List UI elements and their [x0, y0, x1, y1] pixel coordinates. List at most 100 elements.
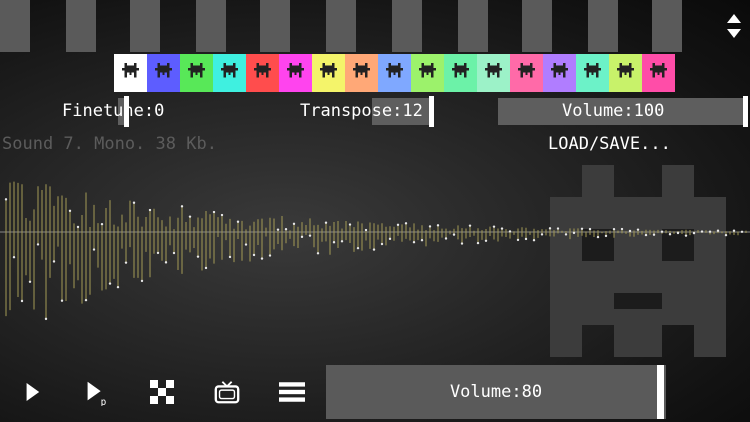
instrument-slot-8[interactable] — [345, 54, 378, 92]
piano-key[interactable] — [588, 0, 618, 52]
instrument-slot-3[interactable] — [180, 54, 213, 92]
waveform-sample-point — [476, 241, 480, 245]
play-pattern-icon[interactable]: p — [76, 372, 116, 412]
instrument-slot-10[interactable] — [411, 54, 444, 92]
waveform-sample-point — [212, 210, 216, 214]
waveform-sample-point — [660, 230, 664, 233]
waveform-sample-point — [604, 234, 608, 238]
waveform-sample-point — [700, 230, 704, 233]
waveform-sample-point — [740, 230, 744, 233]
waveform-sample-point — [228, 255, 232, 259]
instrument-slot-13[interactable] — [510, 54, 543, 92]
waveform-sample-point — [516, 238, 520, 242]
piano-key[interactable] — [66, 0, 96, 52]
waveform-sample-point — [524, 237, 528, 241]
creature-icon — [155, 62, 172, 84]
svg-text:p: p — [101, 397, 107, 406]
creature-icon — [551, 62, 568, 84]
load-save-button[interactable]: LOAD/SAVE... — [548, 133, 671, 155]
instrument-slot-17[interactable] — [642, 54, 675, 92]
tv-icon[interactable] — [207, 372, 247, 412]
volume-slider[interactable]: Volume:100 — [562, 98, 664, 125]
waveform-sample-point — [420, 239, 424, 242]
piano-key[interactable] — [326, 0, 356, 52]
piano-key[interactable] — [458, 0, 488, 52]
transpose-slider-handle[interactable] — [429, 96, 434, 127]
piano-key[interactable] — [260, 0, 290, 52]
waveform-sample-point — [124, 261, 128, 264]
waveform-sample-point — [180, 205, 184, 208]
transpose-label: Transpose:12 — [300, 101, 423, 121]
instrument-slot-12[interactable] — [477, 54, 510, 92]
waveform-sample-point — [540, 233, 544, 236]
scroll-up-down-icon[interactable] — [724, 12, 744, 40]
waveform-sample-point — [132, 201, 136, 204]
instrument-slot-2[interactable] — [147, 54, 180, 92]
waveform-sample-point — [236, 220, 240, 223]
piano-key[interactable] — [652, 0, 682, 52]
waveform-sample-point — [676, 231, 680, 235]
instrument-slot-9[interactable] — [378, 54, 411, 92]
waveform-sample-point — [4, 198, 8, 201]
waveform-sample-point — [380, 242, 384, 246]
instrument-slot-15[interactable] — [576, 54, 609, 92]
waveform-sample-point — [356, 246, 360, 250]
creature-icon — [518, 62, 535, 84]
instrument-slot-1[interactable] — [114, 54, 147, 92]
waveform-sample-point — [500, 227, 504, 230]
pixel-grid-icon[interactable] — [142, 372, 182, 412]
instrument-slot-7[interactable] — [312, 54, 345, 92]
waveform-sample-point — [708, 230, 712, 233]
instrument-slot-16[interactable] — [609, 54, 642, 92]
creature-icon — [254, 62, 271, 84]
waveform-sample-point — [308, 234, 312, 237]
waveform-sample-point — [252, 253, 256, 257]
creature-icon — [386, 62, 403, 84]
instrument-slot-11[interactable] — [444, 54, 477, 92]
play-icon[interactable] — [12, 372, 52, 412]
volume-label: Volume:100 — [562, 101, 665, 121]
waveform-sample-point — [68, 209, 72, 213]
instrument-slot-4[interactable] — [213, 54, 246, 92]
creature-icon — [122, 62, 139, 84]
waveform-sample-point — [52, 260, 56, 263]
waveform-sample-point — [732, 229, 736, 232]
waveform-sample-point — [652, 233, 656, 236]
piano-key[interactable] — [130, 0, 160, 52]
sample-editor-screen: Finetune:0 Transpose:12 Volume:100 Sound… — [0, 0, 750, 422]
creature-icon — [287, 62, 304, 84]
waveform-sample-point — [580, 227, 584, 231]
piano-key[interactable] — [522, 0, 552, 52]
piano-key[interactable] — [196, 0, 226, 52]
waveform-sample-point — [388, 237, 392, 241]
waveform-sample-point — [636, 228, 640, 231]
waveform-sample-point — [692, 231, 696, 235]
waveform-sample-point — [436, 224, 440, 227]
waveform-sample-point — [324, 221, 328, 224]
waveform-sample-point — [12, 256, 16, 259]
waveform-sample-point — [220, 213, 224, 217]
waveform-sample-point — [116, 285, 120, 289]
instrument-slot-6[interactable] — [279, 54, 312, 92]
waveform-sample-point — [268, 254, 272, 257]
volume-slider-handle[interactable] — [743, 96, 748, 127]
waveform-display[interactable] — [0, 160, 750, 360]
master-volume-slider[interactable]: Volume:80 — [326, 365, 666, 419]
sample-info: Sound 7. Mono. 38 Kb. — [2, 134, 217, 154]
piano-key[interactable] — [0, 0, 30, 52]
waveform-sample-point — [556, 227, 560, 230]
piano-keyboard[interactable] — [0, 0, 716, 52]
waveform-sample-point — [100, 222, 104, 226]
creature-icon — [485, 62, 502, 84]
hamburger-menu-icon[interactable] — [272, 372, 312, 412]
master-volume-handle[interactable] — [657, 365, 664, 419]
transpose-slider[interactable]: Transpose:12 — [300, 98, 423, 125]
waveform-sample-point — [444, 237, 448, 240]
waveform-sample-point — [20, 299, 24, 303]
instrument-slot-14[interactable] — [543, 54, 576, 92]
instrument-slot-5[interactable] — [246, 54, 279, 92]
waveform-sample-point — [340, 240, 344, 243]
finetune-slider[interactable]: Finetune:0 — [62, 98, 164, 125]
waveform-sample-point — [588, 227, 592, 231]
piano-key[interactable] — [392, 0, 422, 52]
